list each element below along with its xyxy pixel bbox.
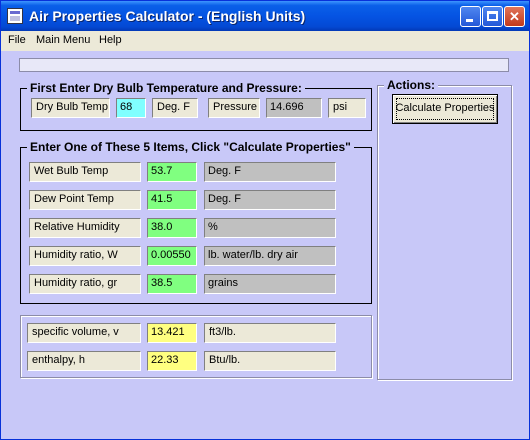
dry-bulb-unit: Deg. F — [152, 98, 198, 118]
close-icon: ✕ — [509, 9, 520, 24]
actions-group: Actions: Calculate Properties — [377, 78, 512, 380]
humidity-ratio-w-input[interactable]: 0.00550 — [147, 246, 197, 266]
minimize-button[interactable] — [460, 6, 481, 27]
close-button[interactable]: ✕ — [504, 6, 525, 27]
enthalpy-unit: Btu/lb. — [204, 351, 336, 371]
dew-point-unit: Deg. F — [204, 190, 336, 210]
specific-volume-output: 13.421 — [147, 323, 197, 343]
wet-bulb-label: Wet Bulb Temp — [29, 162, 141, 182]
dew-point-input[interactable]: 41.5 — [147, 190, 197, 210]
title-bar[interactable]: Air Properties Calculator - (English Uni… — [1, 1, 529, 31]
humidity-inputs-group: Enter One of These 5 Items, Click "Calcu… — [20, 140, 372, 304]
menu-file[interactable]: File — [8, 34, 26, 46]
humidity-ratio-gr-label: Humidity ratio, gr — [29, 274, 141, 294]
section1-legend: First Enter Dry Bulb Temperature and Pre… — [27, 81, 305, 95]
relative-humidity-label: Relative Humidity — [29, 218, 141, 238]
section2-legend: Enter One of These 5 Items, Click "Calcu… — [27, 140, 354, 154]
humidity-ratio-w-label: Humidity ratio, W — [29, 246, 141, 266]
dew-point-label: Dew Point Temp — [29, 190, 141, 210]
pressure-label: Pressure — [208, 98, 260, 118]
dry-bulb-label: Dry Bulb Temp — [31, 98, 110, 118]
wet-bulb-input[interactable]: 53.7 — [147, 162, 197, 182]
results-group: specific volume, v 13.421 ft3/lb. enthal… — [20, 315, 372, 378]
window-title: Air Properties Calculator - (English Uni… — [29, 8, 306, 24]
calculate-properties-button[interactable]: Calculate Properties — [392, 94, 498, 124]
calculate-properties-label: Calculate Properties — [395, 102, 495, 114]
pressure-input[interactable]: 14.696 — [266, 98, 322, 118]
specific-volume-unit: ft3/lb. — [204, 323, 336, 343]
status-progress-bar — [19, 58, 509, 72]
maximize-button[interactable] — [482, 6, 503, 27]
dry-bulb-input[interactable]: 68 — [116, 98, 146, 118]
enthalpy-label: enthalpy, h — [27, 351, 141, 371]
app-icon[interactable] — [7, 8, 23, 24]
menu-main-menu[interactable]: Main Menu — [36, 34, 90, 46]
pressure-unit: psi — [328, 98, 366, 118]
menu-bar: File Main Menu Help — [1, 31, 529, 51]
dry-bulb-pressure-group: First Enter Dry Bulb Temperature and Pre… — [20, 81, 372, 131]
app-window: Air Properties Calculator - (English Uni… — [0, 0, 530, 440]
humidity-ratio-w-unit: lb. water/lb. dry air — [204, 246, 336, 266]
wet-bulb-unit: Deg. F — [204, 162, 336, 182]
specific-volume-label: specific volume, v — [27, 323, 141, 343]
menu-help[interactable]: Help — [99, 34, 122, 46]
actions-legend: Actions: — [384, 78, 438, 92]
humidity-ratio-gr-input[interactable]: 38.5 — [147, 274, 197, 294]
humidity-ratio-gr-unit: grains — [204, 274, 336, 294]
maximize-icon — [487, 11, 498, 21]
minimize-icon — [466, 19, 473, 22]
enthalpy-output: 22.33 — [147, 351, 197, 371]
relative-humidity-input[interactable]: 38.0 — [147, 218, 197, 238]
relative-humidity-unit: % — [204, 218, 336, 238]
